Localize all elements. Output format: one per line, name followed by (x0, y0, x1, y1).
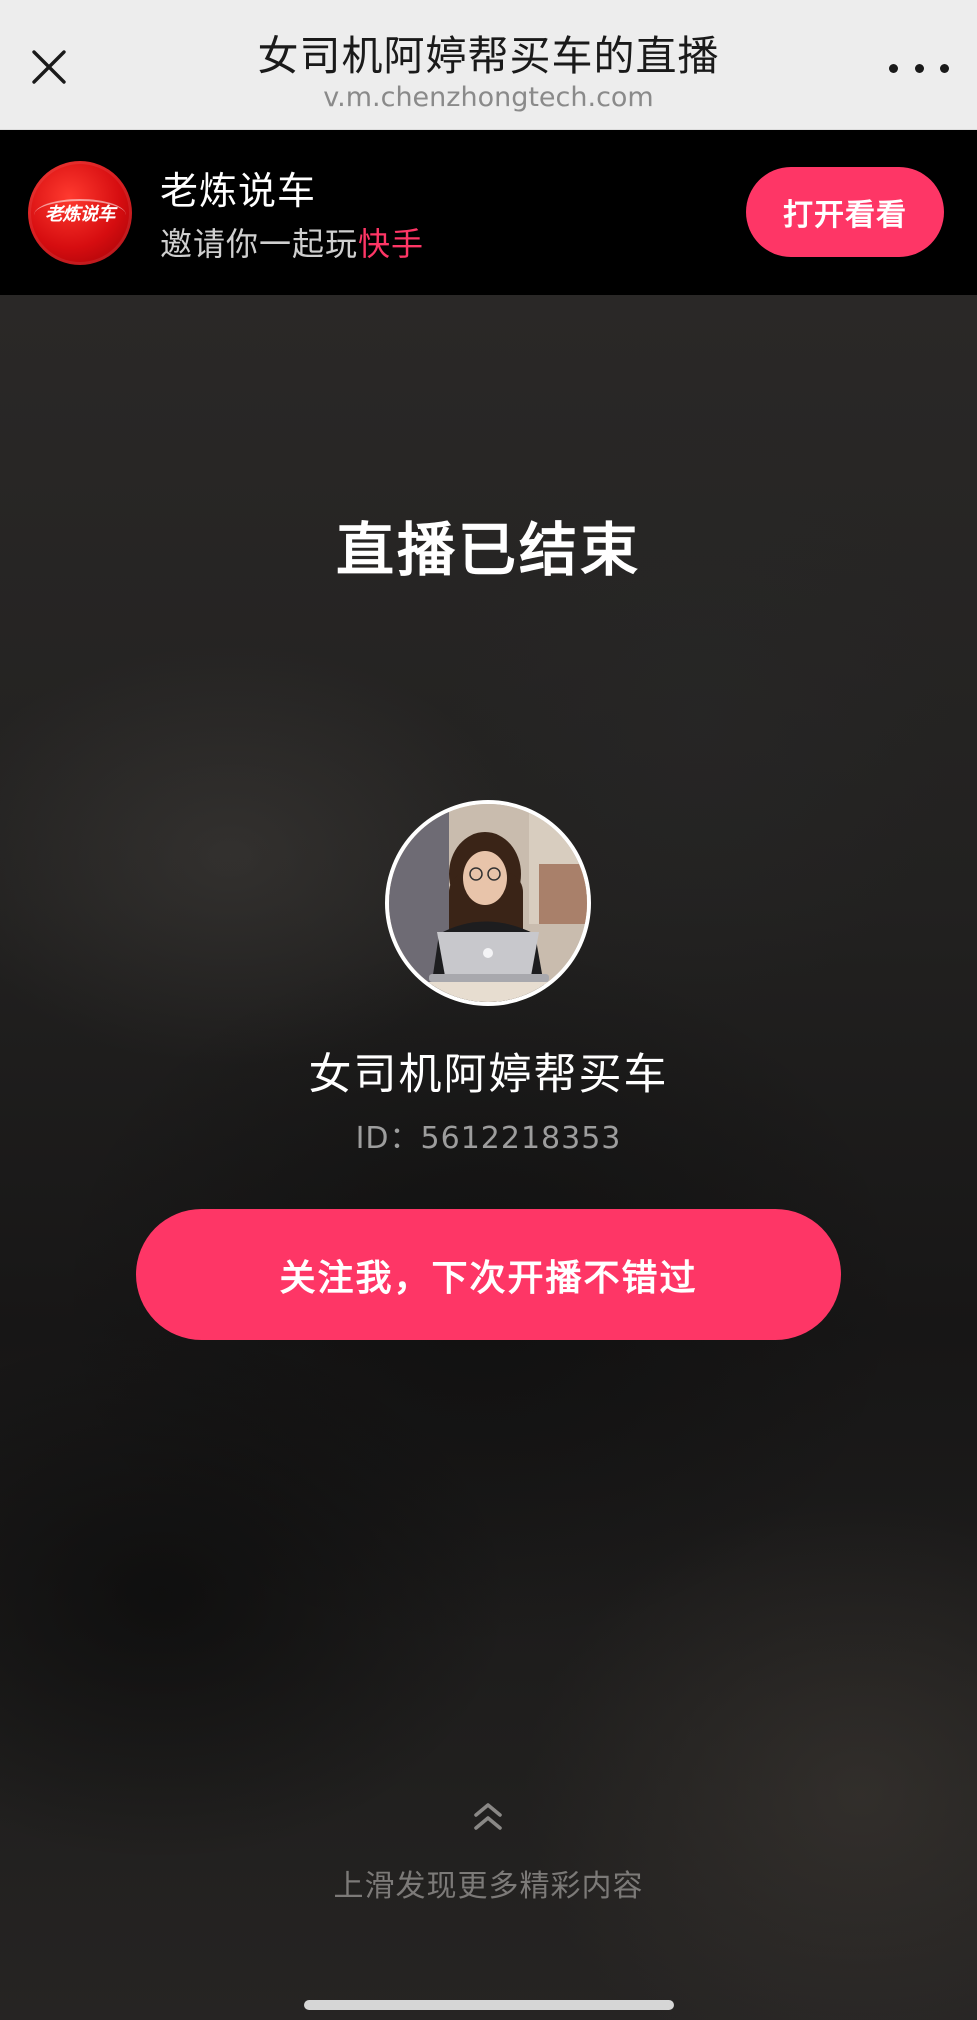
invite-text: 邀请你一起玩快手 (160, 219, 424, 265)
live-ended-panel: 直播已结束 女司机阿婷帮买车 ID：5612218353 关注我，下次开播不错过… (0, 295, 977, 2020)
invite-banner: 老炼说车 老炼说车 邀请你一起玩快手 打开看看 (0, 130, 977, 295)
follow-button[interactable]: 关注我，下次开播不错过 (136, 1209, 841, 1340)
host-avatar[interactable] (385, 800, 591, 1006)
inviter-avatar-logo-text: 老炼说车 (45, 204, 116, 225)
close-icon[interactable] (20, 38, 78, 96)
page-title: 女司机阿婷帮买车的直播 (257, 32, 720, 80)
home-indicator[interactable] (304, 2000, 674, 2010)
more-dots-icon[interactable] (889, 48, 949, 88)
open-app-button[interactable]: 打开看看 (746, 167, 944, 257)
browser-navbar: 女司机阿婷帮买车的直播 v.m.chenzhongtech.com (0, 0, 977, 130)
double-chevron-up-icon (474, 1803, 502, 1830)
inviter-name: 老炼说车 (160, 169, 317, 213)
inviter-avatar: 老炼说车 (28, 161, 132, 265)
host-id: ID：5612218353 (355, 1121, 622, 1156)
live-ended-title: 直播已结束 (335, 516, 641, 584)
host-name: 女司机阿婷帮买车 (308, 1050, 669, 1100)
invite-app-name: 快手 (358, 225, 425, 263)
swipe-hint: 上滑发现更多精彩内容 (333, 1869, 644, 1904)
page-url: v.m.chenzhongtech.com (323, 82, 654, 113)
invite-prefix: 邀请你一起玩 (160, 225, 359, 263)
